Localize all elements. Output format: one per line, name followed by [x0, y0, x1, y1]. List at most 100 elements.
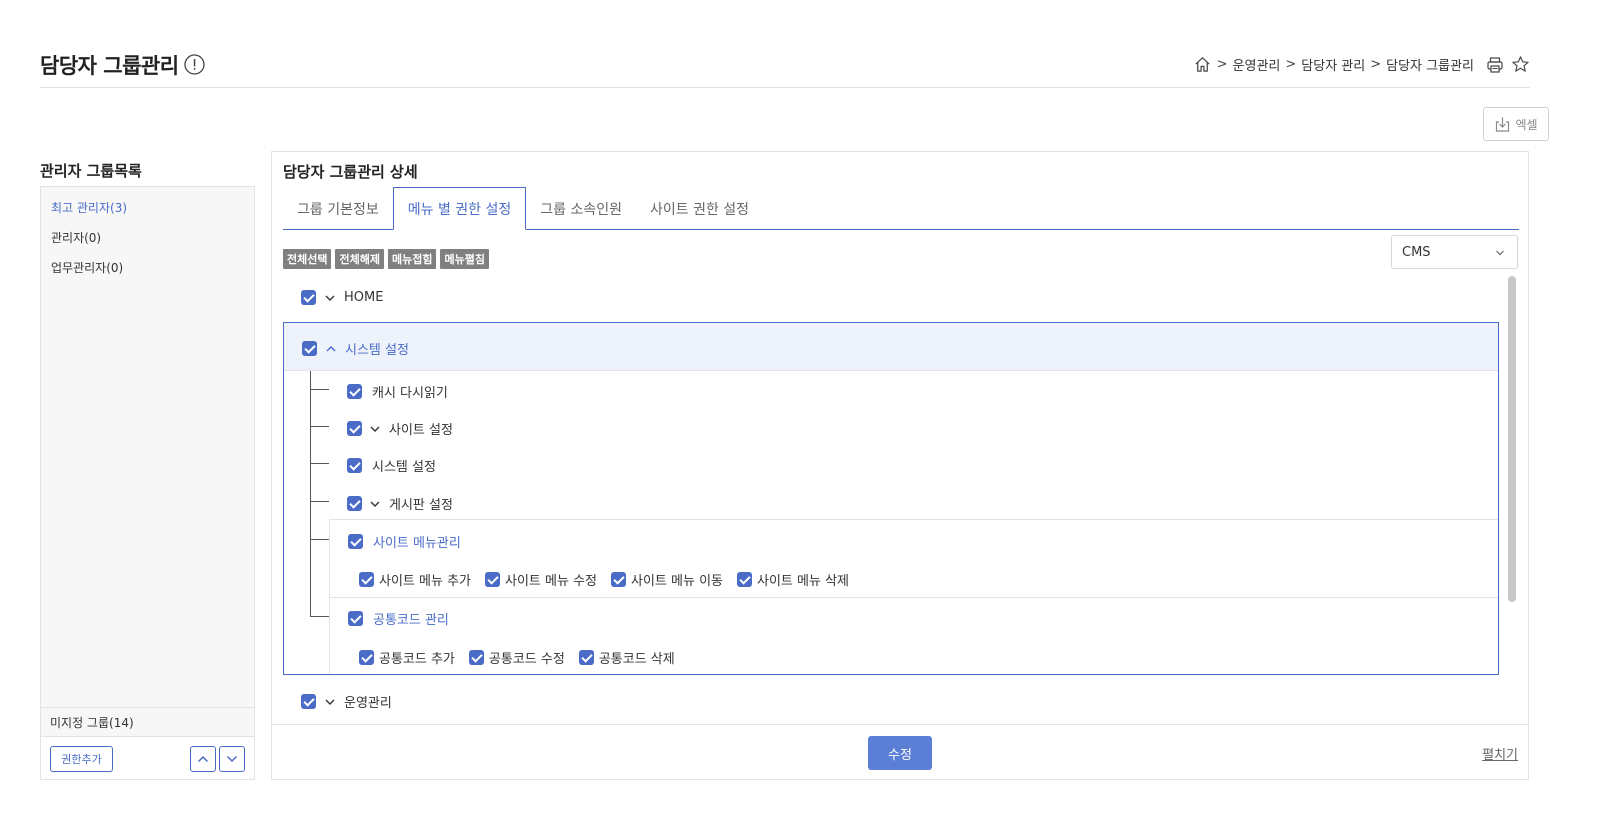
checkbox-site-menu[interactable]: [348, 534, 363, 549]
move-up-button[interactable]: [190, 746, 216, 772]
chevron-down-icon: [226, 755, 238, 763]
info-icon[interactable]: [184, 54, 205, 75]
group-list-footer: 권한추가: [41, 736, 254, 779]
tree-node-operation[interactable]: 운영관리: [301, 692, 392, 711]
tree-label-site-menu: 사이트 메뉴관리: [373, 536, 461, 551]
add-permission-button[interactable]: 권한추가: [50, 746, 113, 772]
perm-label-site-menu-move: 사이트 메뉴 이동: [631, 574, 723, 589]
tree-node-cache-reload[interactable]: 캐시 다시읽기: [347, 382, 448, 401]
common-code-section: 공통코드 관리 공통코드 추가 공통코드 수정 공통코드 삭제: [329, 597, 1498, 674]
checkbox-site-menu-edit[interactable]: [485, 572, 500, 587]
tree-label-cache-reload: 캐시 다시읽기: [372, 386, 448, 401]
detail-tabs: 그룹 기본정보 메뉴 별 권한 설정 그룹 소속인원 사이트 권한 설정: [283, 187, 1519, 230]
checkbox-system-settings[interactable]: [347, 458, 362, 473]
tree-node-system[interactable]: 시스템 설정: [302, 339, 409, 358]
group-detail-panel: 담당자 그룹관리 상세 그룹 기본정보 메뉴 별 권한 설정 그룹 소속인원 사…: [271, 151, 1529, 780]
expand-link[interactable]: 펼치기: [1482, 744, 1518, 763]
tree-node-common-code[interactable]: 공통코드 관리: [348, 609, 449, 628]
tree-node-system-settings[interactable]: 시스템 설정: [347, 456, 436, 475]
tree-label-system-settings: 시스템 설정: [372, 460, 436, 475]
chevron-down-icon[interactable]: [324, 292, 336, 304]
move-down-button[interactable]: [219, 746, 245, 772]
tree-label-system: 시스템 설정: [345, 343, 409, 358]
tree-node-site-settings[interactable]: 사이트 설정: [347, 419, 453, 438]
excel-download-button[interactable]: 엑셀: [1483, 107, 1549, 141]
print-icon[interactable]: [1486, 56, 1504, 74]
tree-node-home[interactable]: HOME: [301, 290, 383, 305]
group-detail-title: 담당자 그룹관리 상세: [283, 163, 418, 181]
tree-scrollbar[interactable]: [1508, 276, 1516, 602]
checkbox-site-menu-move[interactable]: [611, 572, 626, 587]
site-menu-section: 사이트 메뉴관리 사이트 메뉴 추가 사이트 메뉴 수정 사이트 메뉴 이동 사…: [329, 519, 1498, 597]
tab-site-permissions[interactable]: 사이트 권한 설정: [636, 187, 763, 230]
site-select-value: CMS: [1402, 244, 1431, 260]
checkbox-common-code-delete[interactable]: [578, 650, 594, 665]
chevron-up-icon[interactable]: [325, 343, 337, 355]
chevron-down-icon: [1496, 250, 1504, 256]
checkbox-site-menu-delete[interactable]: [737, 572, 752, 587]
tree-line: [310, 426, 329, 427]
checkbox-operation[interactable]: [301, 694, 316, 709]
breadcrumb-separator: >: [1216, 57, 1228, 72]
perm-label-common-code-delete: 공통코드 삭제: [598, 652, 675, 667]
group-item-admin[interactable]: 관리자(0): [51, 229, 254, 259]
site-select[interactable]: CMS: [1391, 235, 1518, 269]
chevron-up-icon: [197, 755, 209, 763]
chevron-down-icon[interactable]: [369, 423, 381, 435]
tree-node-board-settings[interactable]: 게시판 설정: [347, 494, 453, 513]
download-icon: [1496, 117, 1510, 132]
checkbox-system[interactable]: [302, 341, 317, 356]
perm-label-common-code-add: 공통코드 추가: [379, 652, 455, 667]
checkbox-site-menu-add[interactable]: [359, 572, 374, 587]
star-icon[interactable]: [1511, 55, 1530, 74]
breadcrumb-separator: >: [1285, 57, 1297, 72]
collapse-menu-button[interactable]: 메뉴접힘: [387, 249, 437, 269]
breadcrumb-separator: >: [1370, 57, 1382, 72]
tree-line: [310, 371, 311, 616]
select-all-button[interactable]: 전체선택: [283, 249, 332, 269]
tree-node-system-expanded: 시스템 설정 캐시 다시읽기 사이트 설정 시스템 설정 게시판 설정 사이트 …: [283, 322, 1499, 675]
tree-label-board-settings: 게시판 설정: [389, 498, 453, 513]
tree-action-buttons: 전체선택 전체해제 메뉴접힘 메뉴펼침: [283, 249, 493, 269]
page-header: 담당자 그룹관리 > 운영관리 > 담당자 관리 > 담당자 그룹관리: [40, 44, 1530, 88]
checkbox-site-settings[interactable]: [347, 421, 362, 436]
perm-label-site-menu-delete: 사이트 메뉴 삭제: [757, 574, 849, 589]
edit-button[interactable]: 수정: [868, 736, 932, 770]
chevron-down-icon[interactable]: [324, 696, 336, 708]
tab-members[interactable]: 그룹 소속인원: [526, 187, 636, 230]
group-item-super-admin[interactable]: 최고 관리자(3): [51, 199, 254, 229]
group-list: 최고 관리자(3) 관리자(0) 업무관리자(0): [41, 187, 254, 289]
tree-line: [310, 539, 329, 540]
home-icon[interactable]: [1193, 55, 1212, 74]
checkbox-common-code[interactable]: [348, 611, 363, 626]
tree-node-site-menu[interactable]: 사이트 메뉴관리: [348, 532, 461, 551]
tree-line: [310, 616, 329, 617]
perm-label-site-menu-edit: 사이트 메뉴 수정: [505, 574, 597, 589]
tab-menu-permissions[interactable]: 메뉴 별 권한 설정: [392, 187, 527, 230]
breadcrumb-item-current: 담당자 그룹관리: [1386, 59, 1474, 74]
page-title: 담당자 그룹관리: [40, 54, 179, 78]
perm-label-site-menu-add: 사이트 메뉴 추가: [379, 574, 471, 589]
deselect-all-button[interactable]: 전체해제: [335, 249, 384, 269]
checkbox-common-code-edit[interactable]: [468, 650, 484, 665]
detail-footer: 수정 펼치기: [272, 724, 1528, 779]
checkbox-home[interactable]: [301, 290, 316, 305]
checkbox-cache-reload[interactable]: [347, 384, 362, 399]
group-list-title: 관리자 그룹목록: [40, 162, 142, 180]
group-list-panel: 최고 관리자(3) 관리자(0) 업무관리자(0) 미지정 그룹(14) 권한추…: [40, 186, 255, 780]
tree-label-operation: 운영관리: [344, 696, 392, 711]
checkbox-board-settings[interactable]: [347, 496, 362, 511]
tree-label-home: HOME: [344, 290, 384, 305]
breadcrumb-item-manager[interactable]: 담당자 관리: [1301, 55, 1365, 74]
excel-label: 엑셀: [1515, 117, 1538, 132]
unassigned-group[interactable]: 미지정 그룹(14): [41, 707, 254, 737]
common-code-permissions: 공통코드 추가 공통코드 수정 공통코드 삭제: [359, 648, 675, 667]
tree-line: [310, 463, 329, 464]
expand-menu-button[interactable]: 메뉴펼침: [440, 249, 489, 269]
tab-basic-info[interactable]: 그룹 기본정보: [283, 187, 393, 230]
tree-node-system-header[interactable]: [284, 323, 1498, 371]
group-item-business-admin[interactable]: 업무관리자(0): [51, 259, 254, 289]
checkbox-common-code-add[interactable]: [359, 650, 374, 665]
chevron-down-icon[interactable]: [369, 498, 381, 510]
breadcrumb-item-operation[interactable]: 운영관리: [1233, 55, 1281, 74]
